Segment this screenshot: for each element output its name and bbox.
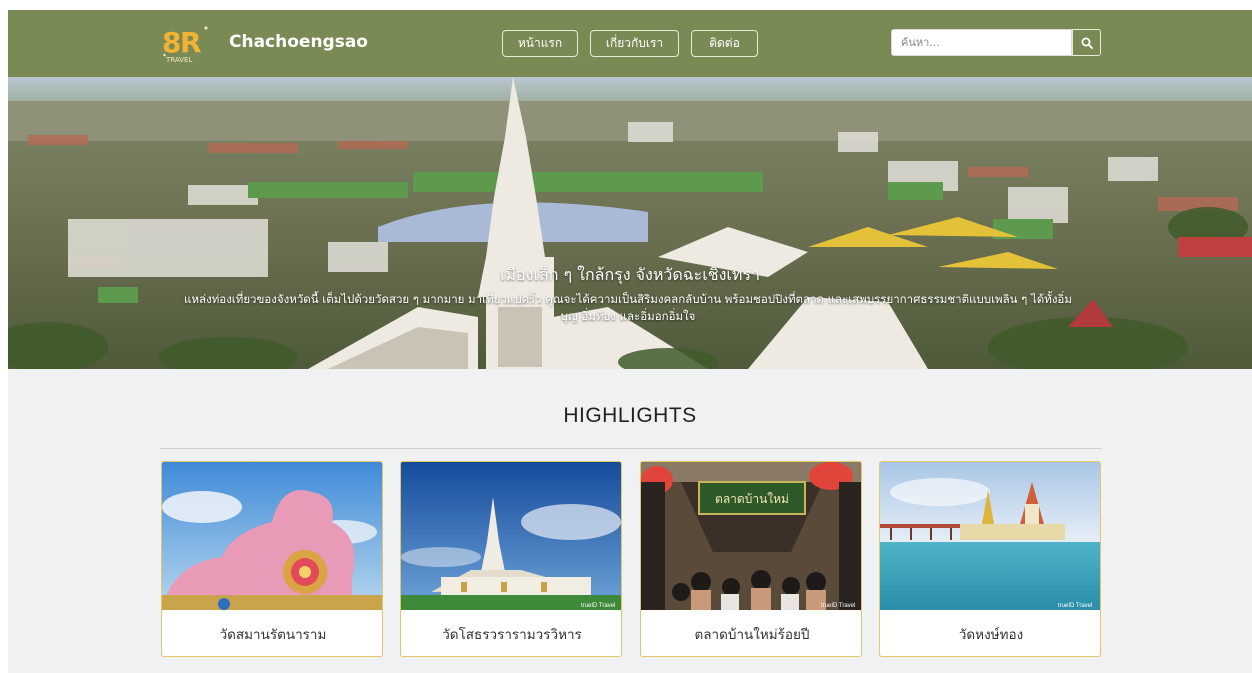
nav-about-button[interactable]: เกี่ยวกับเรา [590,30,679,57]
search-input[interactable]: ค้นหา... [891,29,1072,56]
svg-text:R: R [180,26,202,59]
highlight-card-wat-hong-thong[interactable]: trueID Travel วัดหงษ์ทอง [879,461,1101,657]
market-sign: ตลาดบ้านใหม่ [715,492,789,506]
navbar: 8 R TRAVEL Chachoengsao หน้าแรก เกี่ยวกั… [8,10,1252,77]
nav-contact-label: ติดต่อ [709,36,740,50]
card-watermark: trueID Travel [581,603,615,609]
hero-subtitle: แหล่งท่องเที่ยวของจังหวัดนี้ เต็มไปด้วยว… [184,292,1072,323]
highlight-card-wat-saman[interactable]: วัดสมานรัตนาราม [161,461,383,657]
magnifier-icon [1081,37,1093,49]
page: 8 R TRAVEL Chachoengsao หน้าแรก เกี่ยวกั… [8,10,1252,673]
hero-city-image [8,77,1252,369]
card-caption: ตลาดบ้านใหม่ร้อยปี [694,627,810,643]
card-watermark: trueID Travel [821,603,855,609]
brand-logo[interactable]: 8 R TRAVEL [160,22,212,64]
card-image: trueID Travel [880,462,1100,610]
hero-banner: เมืองเล็ก ๆ ใกล้กรุง จังหวัดฉะเชิงเทรา แ… [8,77,1252,369]
highlight-card-wat-sothon[interactable]: trueID Travel วัดโสธรวรารามวรวิหาร [400,461,622,657]
divider [160,448,1102,449]
card-image: ตลาดบ้านใหม่ trueID Travel [641,462,861,610]
highlight-card-ban-mai-market[interactable]: ตลาดบ้านใหม่ trueID Travel ตลาดบ้านใหม่ร… [640,461,862,657]
nav-home-label: หน้าแรก [517,36,563,50]
card-caption: วัดโสธรวรารามวรวิหาร [442,627,582,643]
card-caption: วัดสมานรัตนาราม [219,627,327,643]
svg-text:TRAVEL: TRAVEL [165,56,192,64]
card-caption: วัดหงษ์ทอง [958,627,1024,643]
card-watermark: trueID Travel [1058,603,1092,609]
nav-contact-button[interactable]: ติดต่อ [691,30,758,57]
search-button[interactable] [1072,29,1101,56]
highlights-heading: HIGHLIGHTS [563,404,697,427]
search-bar: ค้นหา... [891,29,1101,56]
card-image: trueID Travel [401,462,621,610]
card-image [162,462,382,610]
brand-name[interactable]: Chachoengsao [229,32,368,52]
nav-home-button[interactable]: หน้าแรก [502,30,578,57]
nav-about-label: เกี่ยวกับเรา [605,36,664,50]
hero-title: เมืองเล็ก ๆ ใกล้กรุง จังหวัดฉะเชิงเทรา [500,265,760,284]
